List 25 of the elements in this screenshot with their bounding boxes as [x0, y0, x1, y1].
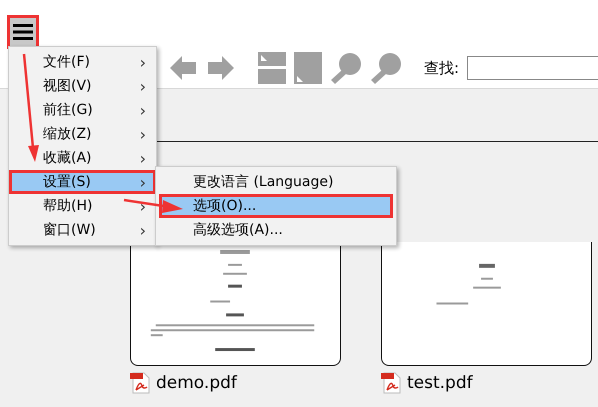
search-field[interactable] [467, 56, 598, 80]
pdf-file-icon [381, 372, 401, 394]
menu-button[interactable] [10, 18, 36, 46]
menu-item[interactable]: 更改语言 (Language) [159, 170, 393, 194]
zoom-out-button[interactable] [370, 52, 402, 84]
fit-width-button[interactable] [258, 52, 286, 84]
menu-icon [13, 24, 33, 40]
menu-item[interactable]: 高级选项(A)... [159, 218, 393, 242]
pdf-file-icon [130, 372, 150, 394]
forward-button[interactable] [206, 53, 236, 83]
menu-item[interactable]: 文件(F) › [9, 50, 156, 74]
menu-item[interactable]: 设置(S) › [9, 170, 156, 194]
fit-page-button[interactable] [294, 52, 322, 84]
menu-item[interactable]: 帮助(H) › [9, 194, 156, 218]
search-label: 查找: [424, 58, 460, 78]
menu-item[interactable]: 缩放(Z) › [9, 122, 156, 146]
annotation-arrow [124, 198, 183, 213]
zoom-in-button[interactable] [330, 52, 362, 84]
file-name: demo.pdf [156, 373, 237, 393]
menu-item[interactable]: 收藏(A) › [9, 146, 156, 170]
menu-item[interactable]: 前往(G) › [9, 98, 156, 122]
file-name: test.pdf [407, 373, 473, 393]
menu-item[interactable]: 选项(O)... [159, 194, 393, 218]
menu-item[interactable]: 视图(V) › [9, 74, 156, 98]
menu-item[interactable]: 窗口(W) › [9, 218, 156, 242]
